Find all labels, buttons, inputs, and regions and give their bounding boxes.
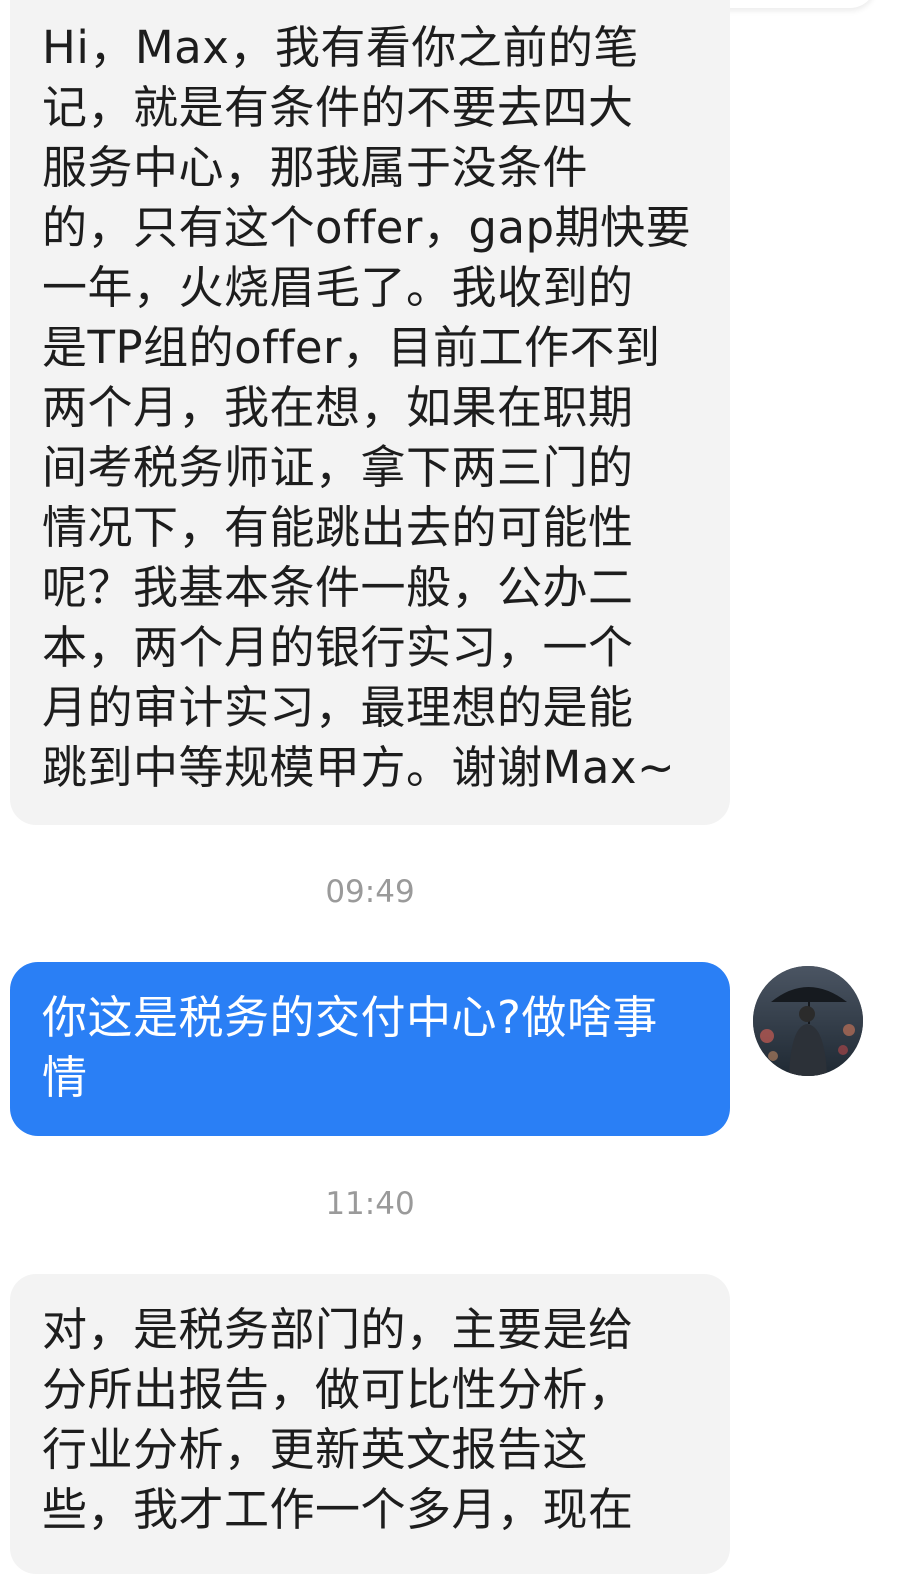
user-avatar[interactable] bbox=[753, 966, 863, 1076]
message-timestamp: 11:40 bbox=[325, 1186, 415, 1222]
umbrella-person-icon bbox=[753, 966, 863, 1076]
message-timestamp: 09:49 bbox=[325, 874, 415, 910]
incoming-message-bubble[interactable]: Hi，Max，我有看你之前的笔 记，就是有条件的不要去四大 服务中心，那我属于没… bbox=[10, 0, 730, 825]
incoming-message-bubble[interactable]: 对，是税务部门的，主要是给 分所出报告，做可比性分析， 行业分析，更新英文报告这… bbox=[10, 1274, 730, 1574]
outgoing-message-bubble[interactable]: 你这是税务的交付中心?做啥事 情 bbox=[10, 962, 730, 1136]
